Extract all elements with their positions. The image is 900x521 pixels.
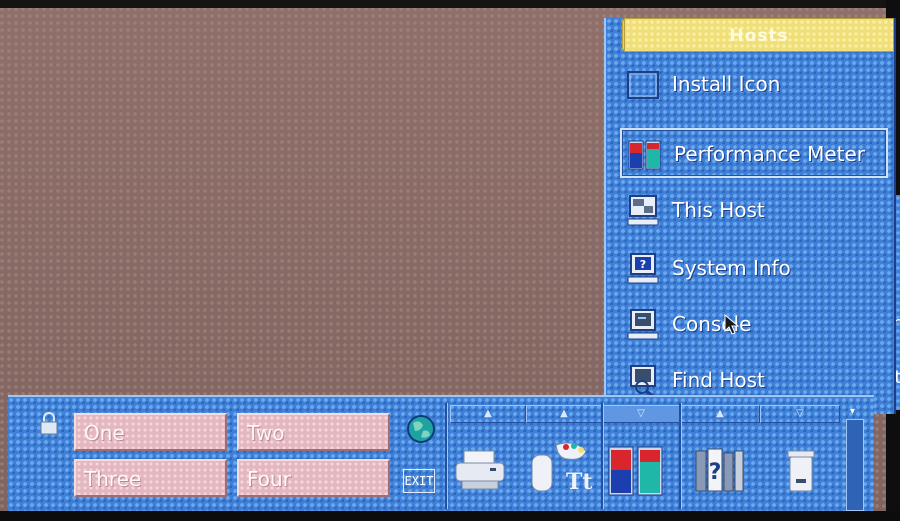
workspace-button-two[interactable]: Two — [237, 413, 390, 451]
exit-button[interactable]: EXIT — [403, 469, 435, 493]
panel-divider — [445, 403, 448, 509]
svg-text:?: ? — [709, 460, 722, 485]
system-info-icon: ? — [627, 253, 659, 284]
workspace-label: Three — [84, 467, 142, 491]
svg-text:Tt: Tt — [566, 469, 592, 495]
style-subpanel-arrow[interactable]: ▲ — [526, 405, 602, 423]
install-icon — [627, 71, 659, 99]
hosts-item-label: System Info — [672, 256, 791, 280]
performance-meter-icon — [628, 140, 661, 170]
this-host-icon — [627, 195, 659, 226]
console-icon — [627, 309, 659, 340]
mouse-pointer-icon — [724, 314, 740, 335]
screen-bezel-bottom — [0, 511, 900, 521]
workspace-label: Four — [247, 467, 291, 491]
hosts-title: Hosts — [729, 26, 789, 46]
svg-text:?: ? — [640, 258, 646, 271]
printer-icon[interactable] — [454, 447, 506, 493]
hosts-item-system-info[interactable]: ? System Info — [620, 244, 888, 294]
style-manager-icon[interactable]: Tt — [526, 437, 592, 495]
hosts-item-console[interactable]: Console — [620, 300, 888, 350]
hosts-item-label: Performance Meter — [674, 142, 866, 166]
hosts-item-this-host[interactable]: This Host — [620, 186, 888, 236]
screen-bezel-top — [0, 0, 900, 8]
printer-subpanel-arrow[interactable]: ▲ — [450, 405, 526, 423]
hosts-item-label: This Host — [672, 198, 765, 222]
help-subpanel-arrow[interactable]: ▲ — [680, 405, 760, 423]
hosts-item-label: Install Icon — [672, 72, 781, 96]
help-manager-icon[interactable]: ? — [692, 447, 746, 495]
workspace-button-one[interactable]: One — [74, 413, 227, 451]
trash-icon[interactable] — [784, 449, 818, 495]
performance-meter-icon[interactable] — [608, 445, 666, 497]
workspace-button-four[interactable]: Four — [237, 459, 390, 497]
find-host-icon — [630, 365, 656, 397]
hosts-item-label: Find Host — [672, 368, 765, 392]
panel-scroll-tab[interactable]: ▾ — [846, 406, 864, 511]
workspace-label: One — [84, 421, 125, 445]
lock-icon[interactable] — [38, 411, 60, 435]
workspace-button-three[interactable]: Three — [74, 459, 227, 497]
hosts-subpanel-arrow[interactable]: ▽ — [602, 405, 680, 423]
hosts-item-performance-meter[interactable]: Performance Meter — [620, 128, 888, 178]
panel-divider — [601, 403, 604, 509]
globe-icon[interactable] — [405, 413, 437, 445]
hosts-subpanel: Hosts Install Icon Performance Meter Thi… — [604, 18, 896, 414]
hosts-title-bar[interactable]: Hosts — [624, 18, 894, 52]
front-panel: One Two Three Four EXIT ▲ ▲ ▽ ▲ ▽ Tt ? ▾ — [8, 395, 874, 513]
hosts-item-install-icon[interactable]: Install Icon — [620, 60, 888, 110]
trash-subpanel-arrow[interactable]: ▽ — [760, 405, 840, 423]
workspace-label: Two — [247, 421, 285, 445]
panel-divider — [679, 403, 682, 509]
